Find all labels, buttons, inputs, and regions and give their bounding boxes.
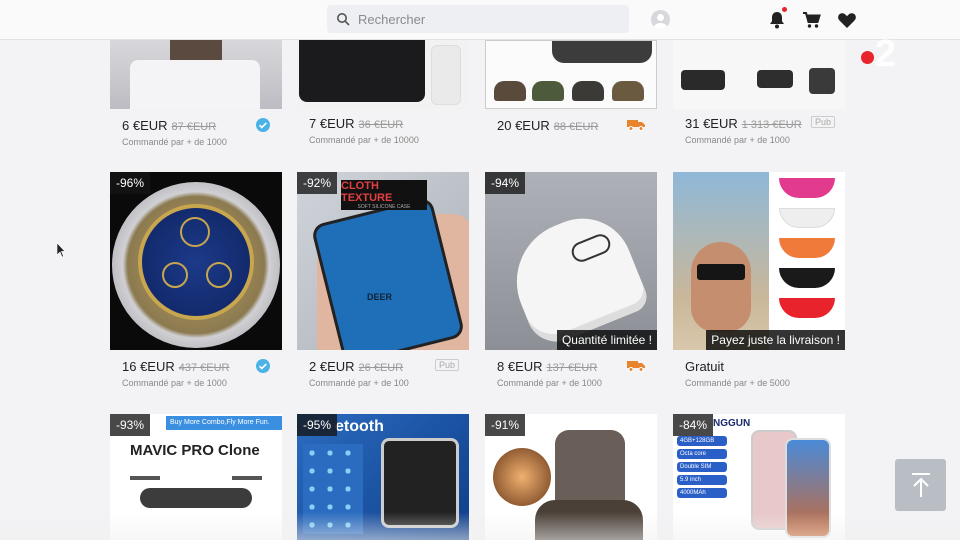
bell-icon[interactable] (767, 10, 787, 30)
spec-item: 5.9 inch (677, 475, 727, 485)
spec-item: Octa core (677, 449, 727, 459)
product-card[interactable]: CLOTH TEXTURE SOFT SILICONE CASE DEER -9… (297, 172, 469, 388)
old-price: 1 313 €EUR (741, 119, 802, 131)
discount-badge: -92% (297, 172, 338, 194)
logo-number: 2 (875, 33, 897, 75)
order-count: Commandé par + de 1000 (497, 378, 602, 388)
order-count: Commandé par + de 5000 (685, 378, 790, 388)
image-title-text: etooth (335, 418, 384, 435)
video-overlay (0, 512, 960, 540)
case-subtitle-text: SOFT SILICONE CASE (357, 204, 411, 210)
notification-dot (782, 7, 787, 12)
product-image[interactable]: -96% (110, 172, 282, 350)
discount-badge: -96% (110, 172, 151, 194)
search-input[interactable] (358, 11, 608, 27)
spec-item: 4GB+128GB (677, 436, 727, 446)
cart-icon[interactable] (802, 10, 822, 30)
product-card[interactable]: 6 €EUR 87 €EUR Commandé par + de 1000 (110, 40, 282, 147)
top-bar (0, 0, 960, 40)
case-title-text: CLOTH TEXTURE (341, 180, 393, 204)
product-image[interactable]: Payez juste la livraison ! (673, 172, 845, 350)
discount-badge: -93% (110, 414, 151, 436)
product-image[interactable]: CLOTH TEXTURE SOFT SILICONE CASE DEER -9… (297, 172, 469, 350)
product-image[interactable] (485, 40, 657, 109)
sponsored-tag: Pub (810, 116, 835, 128)
old-price: 26 €EUR (358, 362, 404, 374)
image-banner-text: Buy More Combo,Fly More Fun. (166, 416, 282, 430)
price: 8 €EUR (497, 359, 543, 374)
old-price: 36 €EUR (358, 119, 404, 131)
price: 2 €EUR (309, 359, 355, 374)
old-price: 137 €EUR (546, 362, 598, 374)
product-image[interactable] (297, 40, 469, 109)
product-card[interactable]: -96% 16 €EUR 437 €EUR Commandé par + de 1… (110, 172, 282, 388)
old-price: 437 €EUR (178, 362, 230, 374)
price: 20 €EUR (497, 118, 550, 133)
shipping-truck-icon (627, 120, 645, 131)
verified-icon (256, 359, 270, 373)
price: 6 €EUR (122, 118, 168, 133)
spec-item: 4000MAh (677, 488, 727, 498)
order-count: Commandé par + de 100 (309, 378, 409, 388)
pay-shipping-ribbon: Payez juste la livraison ! (706, 330, 845, 350)
verified-icon (256, 118, 270, 132)
shipping-truck-icon (627, 361, 645, 372)
product-card[interactable]: 20 €EUR 88 €EUR (485, 40, 657, 133)
scroll-to-top-button[interactable] (895, 459, 946, 511)
product-image[interactable]: -94% Quantité limitée ! (485, 172, 657, 350)
price: Gratuit (685, 359, 725, 374)
search-bar[interactable] (327, 5, 629, 33)
discount-badge: -95% (297, 414, 338, 436)
arrow-up-icon (911, 473, 930, 497)
search-icon (337, 13, 350, 26)
price: 7 €EUR (309, 116, 355, 131)
order-count: Commandé par + de 10000 (309, 135, 419, 145)
discount-badge: -91% (485, 414, 526, 436)
limited-quantity-ribbon: Quantité limitée ! (556, 330, 657, 350)
image-title-text: NGGUN (713, 418, 751, 429)
channel-logo: 2 (860, 33, 904, 75)
sponsored-tag: Pub (434, 359, 459, 371)
product-card[interactable]: -94% Quantité limitée ! 8 €EUR 137 €EUR C… (485, 172, 657, 388)
mouse-cursor-icon (57, 243, 66, 257)
order-count: Commandé par + de 1000 (685, 135, 790, 145)
product-card[interactable]: 7 €EUR 36 €EUR Commandé par + de 10000 (297, 40, 469, 145)
heart-icon[interactable] (837, 10, 857, 30)
price: 31 €EUR (685, 116, 738, 131)
case-brand-text: DEER (367, 292, 393, 302)
avatar[interactable] (651, 10, 670, 29)
old-price: 88 €EUR (553, 121, 599, 133)
order-count: Commandé par + de 1000 (122, 137, 227, 147)
spec-item: Double SIM (677, 462, 727, 472)
logo-dot (861, 51, 874, 64)
order-count: Commandé par + de 1000 (122, 378, 227, 388)
product-card[interactable]: 31 €EUR 1 313 €EUR Pub Commandé par + de … (673, 40, 845, 145)
image-title-text: MAVIC PRO Clone (130, 442, 260, 459)
avatar-icon (653, 14, 668, 29)
discount-badge: -84% (673, 414, 714, 436)
price: 16 €EUR (122, 359, 175, 374)
product-card[interactable]: Payez juste la livraison ! Gratuit Comma… (673, 172, 845, 388)
discount-badge: -94% (485, 172, 526, 194)
old-price: 87 €EUR (171, 121, 217, 133)
product-image[interactable] (110, 40, 282, 109)
product-image[interactable] (673, 40, 845, 109)
spec-list: 4GB+128GB Octa core Double SIM 5.9 inch … (677, 436, 727, 498)
